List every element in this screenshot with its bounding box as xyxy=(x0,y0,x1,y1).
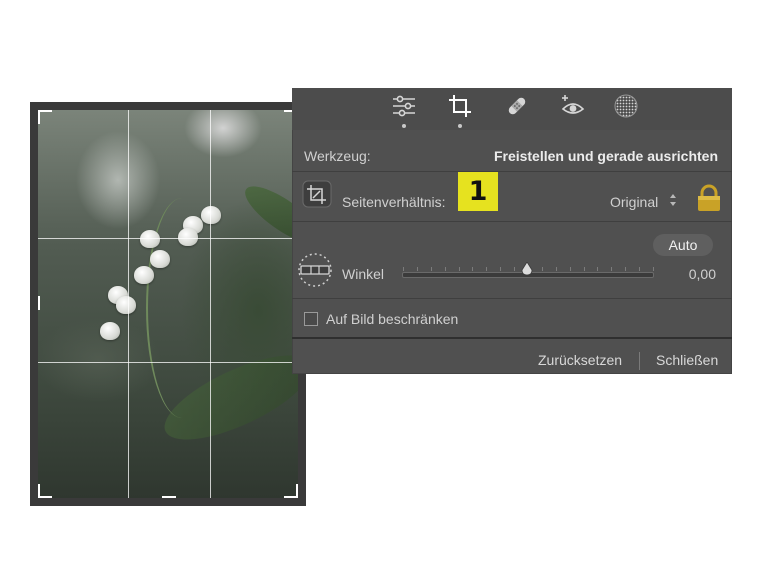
crop-grid-horizontal xyxy=(38,362,298,363)
lock-icon[interactable] xyxy=(696,184,722,212)
mask-circle-icon[interactable] xyxy=(611,92,641,120)
close-button[interactable]: Schließen xyxy=(656,352,718,368)
sliders-icon[interactable] xyxy=(389,92,419,120)
tool-strip xyxy=(292,88,732,130)
slider-tick xyxy=(653,267,654,271)
aspect-ratio-select[interactable]: Original xyxy=(610,194,658,210)
aspect-ratio-icon[interactable] xyxy=(302,180,332,208)
slider-tick xyxy=(583,267,585,271)
crop-handle-left[interactable] xyxy=(38,296,40,310)
bandage-icon[interactable] xyxy=(502,92,532,120)
crop-grid-vertical xyxy=(210,110,211,498)
divider xyxy=(292,298,732,299)
photo-flower xyxy=(178,228,198,246)
crop-icon[interactable] xyxy=(445,92,475,120)
crop-grid-vertical xyxy=(128,110,129,498)
constrain-to-image-label: Auf Bild beschränken xyxy=(326,311,459,327)
slider-tick xyxy=(416,267,418,271)
divider xyxy=(292,337,732,339)
auto-straighten-button[interactable]: Auto xyxy=(653,234,713,256)
slider-tick xyxy=(500,267,502,271)
crop-handle-bottom-right[interactable] xyxy=(284,484,298,498)
red-eye-icon[interactable] xyxy=(558,92,588,120)
photo-lily-of-the-valley[interactable] xyxy=(38,110,298,498)
crop-handle-top-left[interactable] xyxy=(38,110,52,124)
slider-tick xyxy=(555,267,557,271)
photo-flower xyxy=(116,296,136,314)
slider-tick xyxy=(403,267,404,271)
aspect-ratio-label: Seitenverhältnis: xyxy=(342,194,446,210)
slider-tick xyxy=(541,267,543,271)
select-arrows-icon[interactable] xyxy=(668,192,678,208)
photo-flower xyxy=(150,250,170,268)
angle-value[interactable]: 0,00 xyxy=(689,266,716,282)
photo-flower xyxy=(140,230,160,248)
slider-tick xyxy=(444,267,446,271)
level-icon[interactable] xyxy=(297,252,333,288)
photo-flower xyxy=(201,206,221,224)
tool-name: Freistellen und gerade ausrichten xyxy=(493,148,718,164)
slider-tick xyxy=(639,267,641,271)
callout-badge: 1 xyxy=(458,172,498,211)
slider-tick xyxy=(486,267,488,271)
tool-indicator-dot xyxy=(402,124,406,128)
crop-handle-bottom[interactable] xyxy=(162,496,176,498)
slider-tick xyxy=(625,267,627,271)
crop-handle-bottom-left[interactable] xyxy=(38,484,52,498)
constrain-to-image-checkbox[interactable] xyxy=(304,312,318,326)
reset-button[interactable]: Zurücksetzen xyxy=(538,352,622,368)
tool-indicator-dot xyxy=(458,124,462,128)
divider xyxy=(292,171,732,172)
slider-tick xyxy=(597,267,599,271)
slider-tick xyxy=(472,267,474,271)
slider-tick xyxy=(569,267,571,271)
photo-flower xyxy=(134,266,154,284)
slider-tick xyxy=(514,267,516,271)
footer-divider xyxy=(639,352,640,370)
crop-tool-panel: Werkzeug: Freistellen und gerade ausrich… xyxy=(292,88,732,374)
divider xyxy=(292,221,732,222)
crop-grid-horizontal xyxy=(38,238,298,239)
photo-flower xyxy=(100,322,120,340)
tool-label: Werkzeug: xyxy=(304,148,371,164)
photo-leaf xyxy=(237,176,298,254)
slider-tick xyxy=(430,267,432,271)
slider-tick xyxy=(611,267,613,271)
photo-frame xyxy=(30,102,306,506)
angle-label: Winkel xyxy=(342,266,385,282)
angle-slider-thumb[interactable] xyxy=(521,261,533,276)
slider-tick xyxy=(458,267,460,271)
